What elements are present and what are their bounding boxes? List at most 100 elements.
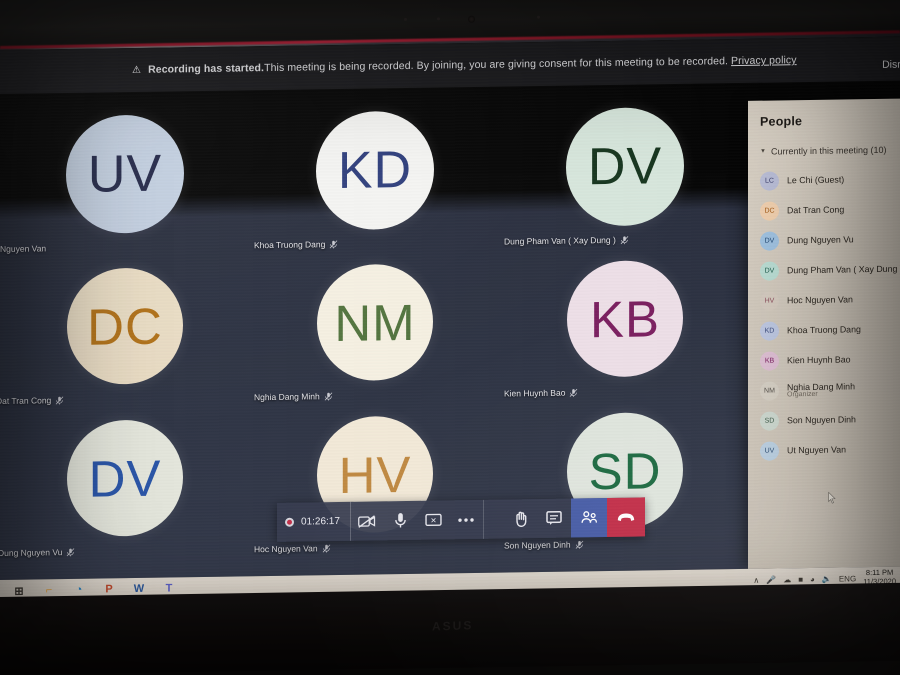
muted-microphone-icon bbox=[324, 391, 333, 400]
camera-off-button[interactable] bbox=[351, 501, 384, 540]
muted-microphone-icon bbox=[322, 543, 330, 553]
participant-tile[interactable]: NM bbox=[250, 249, 500, 405]
microphone-icon bbox=[395, 513, 406, 528]
volume-tray-icon[interactable]: 🔈 bbox=[822, 574, 832, 583]
people-list-item[interactable]: UV Ut Nguyen Van bbox=[760, 434, 900, 466]
chat-button[interactable] bbox=[538, 499, 571, 538]
participant-name: Nguyen Van bbox=[0, 243, 47, 254]
participant-initials: KB bbox=[589, 289, 661, 348]
people-list-item[interactable]: KD Khoa Truong Dang bbox=[760, 314, 900, 346]
tray-chevron-icon[interactable]: ∧ bbox=[753, 575, 759, 584]
participant-initials: NM bbox=[334, 293, 416, 352]
privacy-policy-link[interactable]: Privacy policy bbox=[731, 54, 797, 67]
laptop-photo: ⚠ Recording has started. This meeting is… bbox=[0, 0, 900, 675]
teams-meeting-stage: ⚠ Recording has started. This meeting is… bbox=[0, 36, 900, 580]
participant-name: Khoa Truong Dang bbox=[254, 239, 326, 251]
dismiss-button[interactable]: Dism bbox=[882, 59, 900, 71]
participant-avatar: UV bbox=[66, 114, 184, 235]
chevron-down-icon: ▼ bbox=[760, 148, 766, 155]
participant-name-tag: Dat Tran Cong bbox=[0, 395, 64, 406]
recording-banner-text: This meeting is being recorded. By joini… bbox=[264, 55, 729, 75]
timer-label: 01:26:17 bbox=[301, 515, 340, 528]
chat-icon bbox=[546, 510, 563, 525]
microphone-tray-icon[interactable]: 🎤 bbox=[766, 575, 776, 584]
people-panel-title: People bbox=[760, 114, 803, 129]
participant-name-tag: Kien Huynh Bao bbox=[504, 387, 578, 399]
participant-initials: SD bbox=[588, 441, 662, 500]
raise-hand-icon bbox=[516, 511, 527, 527]
people-list-item[interactable]: SD Son Nguyen Dinh bbox=[760, 404, 900, 436]
participant-avatar: KB bbox=[567, 259, 683, 378]
people-list-avatar: DC bbox=[760, 200, 779, 221]
people-list-avatar: KD bbox=[760, 320, 779, 341]
mic-hole-left bbox=[404, 17, 407, 21]
participant-tile[interactable]: DV bbox=[0, 404, 250, 560]
language-indicator[interactable]: ENG bbox=[839, 574, 856, 583]
people-list-item[interactable]: DC Dat Tran Cong bbox=[760, 194, 900, 226]
people-panel-section-label: Currently in this meeting (10) bbox=[770, 144, 887, 157]
participant-avatar: DV bbox=[566, 106, 684, 227]
people-panel: People ▼ Currently in this meeting (10) … bbox=[748, 98, 900, 569]
people-list-avatar: UV bbox=[760, 440, 779, 461]
meeting-control-bar: 01:26:17 ✕ bbox=[277, 497, 645, 542]
muted-microphone-icon bbox=[620, 235, 629, 244]
participant-name-tag: Hoc Nguyen Van bbox=[254, 543, 331, 554]
participant-avatar: NM bbox=[317, 263, 433, 382]
people-list-item[interactable]: LC Le Chi (Guest) bbox=[760, 164, 900, 196]
record-indicator-icon bbox=[285, 517, 294, 527]
recording-timer: 01:26:17 bbox=[277, 501, 351, 542]
people-button[interactable] bbox=[570, 497, 607, 538]
webcam-icon bbox=[468, 15, 475, 23]
brand-logo: ASUS bbox=[432, 618, 474, 634]
svg-text:✕: ✕ bbox=[430, 515, 436, 524]
people-list-item[interactable]: KB Kien Huynh Bao bbox=[760, 344, 900, 376]
people-list-item[interactable]: DV Dung Pham Van ( Xay Dung ) bbox=[760, 254, 900, 286]
muted-microphone-icon bbox=[575, 540, 583, 549]
people-list-item[interactable]: DV Dung Nguyen Vu bbox=[760, 224, 900, 256]
control-bar-divider bbox=[482, 499, 505, 539]
people-list-avatar: LC bbox=[760, 170, 779, 191]
participant-name: Dung Pham Van ( Xay Dung ) bbox=[504, 234, 616, 247]
share-screen-button[interactable]: ✕ bbox=[417, 500, 450, 539]
recording-banner-bold: Recording has started. bbox=[148, 62, 265, 76]
participant-tile[interactable]: DV bbox=[500, 93, 750, 249]
microphone-button[interactable] bbox=[384, 501, 417, 540]
people-panel-section-header[interactable]: ▼ Currently in this meeting (10) bbox=[760, 145, 900, 157]
hangup-button[interactable] bbox=[606, 497, 645, 537]
participant-name: Son Nguyen Dinh bbox=[504, 539, 571, 551]
camera-off-icon bbox=[358, 514, 376, 528]
people-list-name: Ut Nguyen Van bbox=[787, 444, 847, 456]
laptop-bottom-bezel: ASUS bbox=[0, 582, 900, 675]
people-list-name: Dung Pham Van ( Xay Dung ) bbox=[787, 263, 900, 276]
people-list-name: Dat Tran Cong bbox=[787, 204, 845, 216]
participant-initials: UV bbox=[87, 144, 163, 204]
raise-hand-button[interactable] bbox=[505, 499, 538, 538]
participant-avatar: KD bbox=[316, 110, 434, 231]
laptop-screen: ⚠ Recording has started. This meeting is… bbox=[0, 36, 900, 602]
participant-tile[interactable]: DC bbox=[0, 252, 250, 408]
participant-avatar: DV bbox=[67, 419, 183, 538]
participant-tile[interactable]: KD bbox=[250, 97, 500, 253]
people-list-name: Kien Huynh Bao bbox=[787, 354, 851, 366]
more-options-button[interactable] bbox=[450, 500, 483, 539]
people-list-avatar: DV bbox=[760, 230, 779, 251]
mic-hole-right bbox=[537, 15, 540, 19]
people-list-avatar: KB bbox=[760, 350, 779, 371]
wifi-tray-icon[interactable]: ◕ bbox=[810, 574, 815, 583]
people-icon bbox=[581, 511, 597, 523]
onedrive-tray-icon[interactable]: ☁ bbox=[783, 575, 791, 584]
hangup-icon bbox=[617, 513, 635, 521]
participant-tile[interactable]: UV bbox=[0, 100, 250, 256]
people-list-name: Khoa Truong Dang bbox=[787, 324, 861, 336]
warning-icon: ⚠ bbox=[132, 64, 142, 76]
muted-microphone-icon bbox=[330, 239, 338, 248]
people-list-item[interactable]: HV Hoc Nguyen Van bbox=[760, 284, 900, 316]
people-list-avatar: NM bbox=[760, 380, 779, 401]
mouse-cursor-icon bbox=[828, 491, 836, 504]
participant-name: Nghia Dang Minh bbox=[254, 391, 320, 403]
people-list-item[interactable]: NM Nghia Dang Minh Organizer bbox=[760, 374, 900, 406]
battery-tray-icon[interactable]: ■ bbox=[798, 575, 803, 584]
people-list-name: Son Nguyen Dinh bbox=[787, 414, 856, 426]
people-list-name: Le Chi (Guest) bbox=[787, 174, 845, 186]
participant-tile[interactable]: KB bbox=[500, 245, 750, 401]
